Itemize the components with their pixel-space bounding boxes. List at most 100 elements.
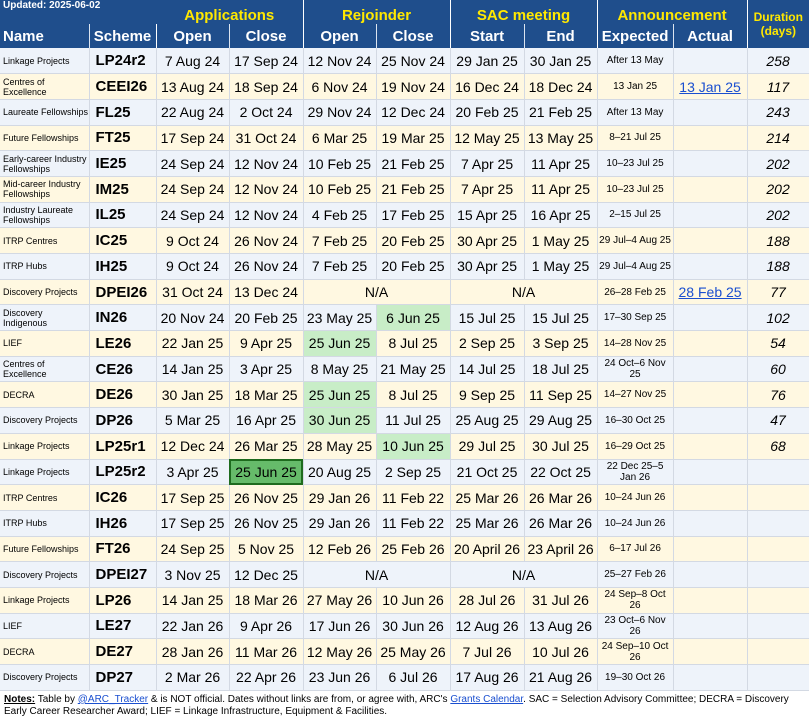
arc-tracker-link[interactable]: @ARC_Tracker: [78, 694, 148, 705]
table-row: Discovery Projects DP27 2 Mar 26 22 Apr 26 2…: [0, 664, 809, 691]
cell-sac-start: 12 May 25: [450, 125, 525, 152]
cell-rej-close: 25 Feb 26: [376, 536, 451, 563]
cell-rej-close: 8 Jul 25: [376, 330, 451, 357]
cell-name: Linkage Projects: [0, 433, 90, 460]
cell-sac-start: 15 Apr 25: [450, 202, 525, 229]
cell-name: Future Fellowships: [0, 536, 90, 563]
cell-scheme: IC25: [89, 227, 157, 254]
cell-duration: 202: [747, 202, 809, 229]
cell-app-close: 12 Nov 24: [229, 202, 304, 229]
cell-rej-close: 21 May 25: [376, 356, 451, 383]
cell-rejoinder-na: N/A: [303, 561, 451, 588]
cell-app-close: 3 Apr 25: [229, 356, 304, 383]
cell-app-close: 25 Jun 25: [229, 459, 304, 486]
cell-name: Centres of Excellence: [0, 356, 90, 383]
cell-sac-start: 2 Sep 25: [450, 330, 525, 357]
cell-app-close: 26 Nov 24: [229, 227, 304, 254]
cell-sac-start: 17 Aug 26: [450, 664, 525, 691]
cell-duration: 243: [747, 99, 809, 126]
cell-app-close: 12 Dec 25: [229, 561, 304, 588]
cell-duration: 202: [747, 150, 809, 177]
cell-name: Future Fellowships: [0, 125, 90, 152]
cell-rej-close: 11 Feb 22: [376, 510, 451, 537]
cell-name: Discovery Indigenous: [0, 304, 90, 332]
cell-sac-na: N/A: [450, 561, 598, 588]
cell-actual[interactable]: 28 Feb 25: [673, 279, 748, 306]
col-app-open: Open: [156, 24, 230, 48]
cell-actual: [673, 484, 748, 511]
cell-name: LIEF: [0, 330, 90, 357]
cell-app-open: 13 Aug 24: [156, 73, 230, 100]
cell-sac-start: 25 Mar 26: [450, 484, 525, 511]
cell-expected: 29 Jul–4 Aug 25: [597, 227, 674, 254]
cell-actual: [673, 99, 748, 126]
cell-sac-end: 18 Jul 25: [524, 356, 598, 383]
arc-schedule-table: Updated: 2025-06-02 Applications Rejoind…: [0, 0, 809, 691]
cell-rej-open: 29 Jan 26: [303, 484, 377, 511]
cell-sac-start: 20 Feb 25: [450, 99, 525, 126]
cell-actual: [673, 381, 748, 409]
cell-name: Mid-career Industry Fellowships: [0, 176, 90, 203]
cell-sac-start: 16 Dec 24: [450, 73, 525, 100]
cell-app-open: 20 Nov 24: [156, 304, 230, 332]
cell-scheme: DP27: [89, 664, 157, 691]
cell-actual: [673, 150, 748, 177]
cell-sac-end: 31 Jul 26: [524, 587, 598, 614]
cell-rej-open: 23 Jun 26: [303, 664, 377, 691]
table-row: Centres of Excellence CEEI26 13 Aug 24 18 S…: [0, 73, 809, 100]
cell-duration: 76: [747, 381, 809, 409]
table-row: Discovery Indigenous IN26 20 Nov 24 20 Feb …: [0, 304, 809, 332]
cell-rej-close: 19 Mar 25: [376, 125, 451, 152]
cell-expected: 2–15 Jul 25: [597, 202, 674, 229]
cell-name: ITRP Centres: [0, 227, 90, 254]
cell-expected: 24 Oct–6 Nov 25: [597, 356, 674, 383]
cell-expected: 26–28 Feb 25: [597, 279, 674, 306]
cell-sac-end: 21 Aug 26: [524, 664, 598, 691]
cell-app-close: 11 Mar 26: [229, 638, 304, 665]
cell-scheme: DPEI27: [89, 561, 157, 588]
cell-expected: 19–30 Oct 26: [597, 664, 674, 691]
notes-text-2: & is NOT official. Dates without links a…: [148, 693, 451, 705]
cell-actual: [673, 356, 748, 383]
cell-sac-start: 7 Apr 25: [450, 150, 525, 177]
cell-sac-end: 11 Apr 25: [524, 176, 598, 203]
col-name: Name: [0, 24, 90, 48]
cell-actual: [673, 407, 748, 434]
cell-app-close: 9 Apr 25: [229, 330, 304, 357]
cell-app-open: 3 Nov 25: [156, 561, 230, 588]
cell-expected: 25–27 Feb 26: [597, 561, 674, 588]
duration-header-label: Duration (days): [753, 10, 803, 38]
cell-name: Laureate Fellowships: [0, 99, 90, 126]
table-body: Linkage Projects LP24r2 7 Aug 24 17 Sep 24 1…: [0, 48, 809, 691]
cell-scheme: FT25: [89, 125, 157, 152]
cell-actual[interactable]: 13 Jan 25: [673, 73, 748, 100]
cell-app-close: 9 Apr 26: [229, 613, 304, 640]
cell-actual: [673, 638, 748, 665]
cell-duration: [747, 587, 809, 614]
cell-duration: [747, 536, 809, 563]
cell-rej-close: 21 Feb 25: [376, 150, 451, 177]
cell-actual: [673, 304, 748, 332]
table-row: Early-career Industry Fellowships IE25 24 …: [0, 150, 809, 177]
cell-rej-open: 8 May 25: [303, 356, 377, 383]
table-row: Industry Laureate Fellowships IL25 24 Sep …: [0, 202, 809, 229]
cell-name: ITRP Centres: [0, 484, 90, 511]
cell-app-open: 17 Sep 25: [156, 484, 230, 511]
cell-actual: [673, 664, 748, 691]
grants-calendar-link[interactable]: Grants Calendar: [450, 694, 523, 705]
table-row: Centres of Excellence CE26 14 Jan 25 3 Apr …: [0, 356, 809, 383]
cell-rej-close: 19 Nov 24: [376, 73, 451, 100]
cell-rej-open: 27 May 26: [303, 587, 377, 614]
cell-sac-end: 1 May 25: [524, 253, 598, 280]
cell-sac-start: 30 Apr 25: [450, 253, 525, 280]
cell-actual: [673, 330, 748, 357]
table-row: DECRA DE27 28 Jan 26 11 Mar 26 12 May 26 25 M…: [0, 638, 809, 665]
cell-rej-open: 23 May 25: [303, 304, 377, 332]
cell-rejoinder-na: N/A: [303, 279, 451, 306]
cell-duration: [747, 459, 809, 486]
cell-sac-start: 25 Aug 25: [450, 407, 525, 434]
cell-actual: [673, 561, 748, 588]
group-announcement: Announcement: [597, 0, 748, 24]
cell-sac-end: 26 Mar 26: [524, 484, 598, 511]
cell-expected: 23 Oct–6 Nov 26: [597, 613, 674, 640]
